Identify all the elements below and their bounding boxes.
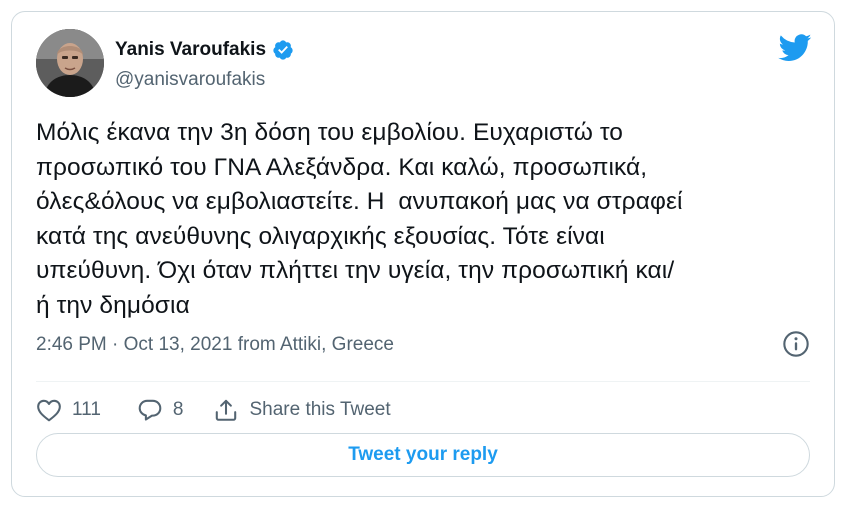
tweet-text: Μόλις έκανα την 3η δόση του εμβολίου. Ευ… bbox=[36, 119, 683, 319]
tweet-timestamp[interactable]: 2:46 PM · Oct 13, 2021 from Attiki, Gree… bbox=[36, 334, 394, 356]
divider bbox=[36, 381, 810, 382]
verified-badge-icon bbox=[273, 40, 293, 60]
avatar-image bbox=[36, 29, 104, 97]
heart-icon bbox=[37, 399, 61, 422]
author-name-row[interactable]: Yanis Varoufakis bbox=[115, 39, 294, 61]
author-handle[interactable]: @yanisvaroufakis bbox=[115, 69, 265, 91]
share-button[interactable]: Share this Tweet bbox=[213, 397, 391, 423]
tweet-card: Yanis Varoufakis @yanisvaroufakis Μόλις … bbox=[11, 11, 835, 497]
tweet-your-reply-button[interactable]: Tweet your reply bbox=[36, 433, 810, 477]
reply-bubble-icon bbox=[138, 399, 162, 421]
reply-button[interactable]: 8 bbox=[137, 397, 184, 423]
like-count: 111 bbox=[72, 399, 101, 420]
reply-count: 8 bbox=[172, 399, 184, 420]
avatar[interactable] bbox=[36, 29, 104, 97]
like-button[interactable]: 111 bbox=[36, 398, 101, 422]
twitter-bird-icon[interactable] bbox=[778, 34, 812, 62]
info-icon[interactable] bbox=[782, 330, 810, 358]
action-bar: 111 8 Share this Tweet bbox=[36, 392, 391, 428]
share-icon bbox=[216, 399, 237, 421]
display-name[interactable]: Yanis Varoufakis bbox=[115, 39, 266, 61]
share-label: Share this Tweet bbox=[249, 399, 391, 420]
